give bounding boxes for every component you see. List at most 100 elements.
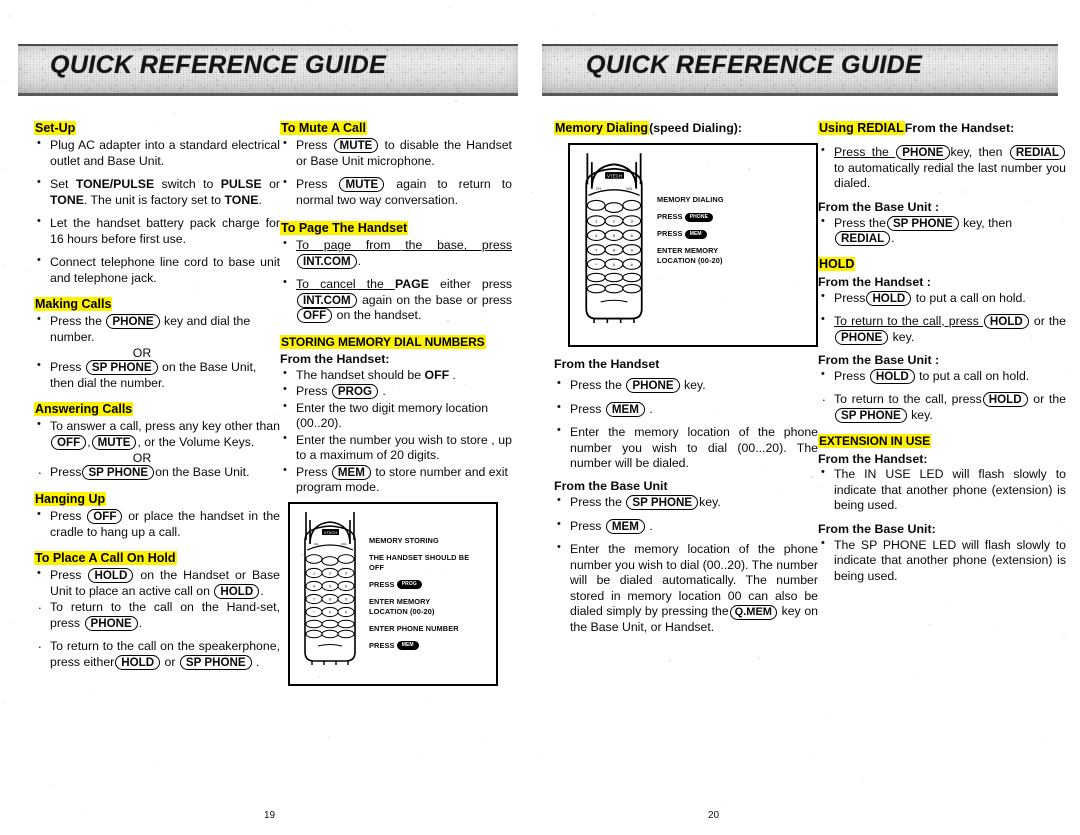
svg-text:VTECH: VTECH bbox=[607, 174, 622, 179]
svg-text:1: 1 bbox=[313, 571, 315, 575]
memory-dialing-diagram: VTECH CH VOL 1 2 3 4 5 6 7 8 9 * 0 # MEM… bbox=[568, 143, 818, 348]
phone-key[interactable]: PHONE bbox=[84, 615, 138, 631]
memdial-from-handset-subhead: From the Handset bbox=[554, 357, 660, 372]
section-redial-heading: Using REDIALFrom the Handset: bbox=[818, 118, 1066, 137]
list-item: PressSP PHONEon the Base Unit. bbox=[34, 462, 280, 481]
off-key[interactable]: OFF bbox=[297, 308, 333, 324]
svg-text:7: 7 bbox=[313, 597, 315, 601]
list-item: Enter the two digit memory location (00.… bbox=[280, 400, 512, 432]
hold-key[interactable]: HOLD bbox=[115, 654, 161, 670]
diagram-title: MEMORY DIALING bbox=[657, 195, 724, 205]
column-1: Set-Up Plug AC adapter into a standard e… bbox=[34, 118, 280, 686]
list-item: Press MEM to store number and exit progr… bbox=[280, 464, 512, 496]
section-page-handset-heading: To Page The Handset bbox=[280, 218, 512, 237]
diagram-line-3: ENTER MEMORY LOCATION (00-20) bbox=[369, 596, 435, 616]
off-key[interactable]: OFF bbox=[51, 434, 87, 450]
or-separator: OR bbox=[132, 346, 152, 361]
svg-text:5: 5 bbox=[329, 584, 331, 588]
answering-calls-title: Answering Calls bbox=[34, 402, 134, 417]
list-item: PressHOLD to put a call on hold. bbox=[818, 290, 1066, 306]
list-item: To return to the call, press HOLD or the… bbox=[818, 313, 1066, 345]
svg-text:VOL: VOL bbox=[626, 187, 633, 191]
hold-key[interactable]: HOLD bbox=[869, 368, 915, 384]
phone-key[interactable]: PHONE bbox=[896, 145, 950, 161]
sp-phone-key[interactable]: SP PHONE bbox=[82, 465, 155, 481]
prog-key[interactable]: PROG bbox=[331, 384, 379, 400]
handset-illustration: VTECH CH VOL 1 2 3 4 5 6 7 8 9 * 0 # bbox=[296, 510, 364, 665]
intcom-key[interactable]: INT.COM bbox=[297, 292, 357, 308]
mute-key[interactable]: MUTE bbox=[333, 138, 379, 154]
mute-list: Press MUTE to disable the Handset or Bas… bbox=[280, 137, 512, 208]
list-item: Enter the memory location of the phone n… bbox=[554, 424, 818, 471]
list-item: To return to the call on the Hand-set, p… bbox=[34, 597, 280, 631]
svg-text:2: 2 bbox=[329, 571, 331, 575]
setup-list: Plug AC adapter into a standard electric… bbox=[34, 137, 280, 286]
intcom-key[interactable]: INT.COM bbox=[297, 253, 357, 269]
svg-text:3: 3 bbox=[345, 571, 347, 575]
svg-text:*: * bbox=[595, 262, 597, 267]
memdial-handset-list: Press the PHONE key. Press MEM . Enter t… bbox=[554, 377, 818, 471]
list-item: Press HOLD to put a call on hold. bbox=[818, 368, 1066, 384]
diagram-line-5: PRESS MEM bbox=[369, 641, 469, 651]
svg-text:#: # bbox=[345, 610, 347, 614]
off-key[interactable]: OFF bbox=[87, 509, 123, 525]
list-item: The IN USE LED will flash slowly to indi… bbox=[818, 466, 1066, 513]
hold-key[interactable]: HOLD bbox=[983, 314, 1029, 330]
extension-from-handset-subhead: From the Handset: bbox=[818, 451, 928, 466]
list-item: To return to the call, pressHOLD or the … bbox=[818, 389, 1066, 423]
list-item: To cancel the PAGE either press INT.COM … bbox=[280, 276, 512, 324]
extension-base-list: The SP PHONE LED will flash slowly to in… bbox=[818, 537, 1066, 584]
phone-key[interactable]: PHONE bbox=[835, 329, 889, 345]
mem-key[interactable]: MEM bbox=[605, 518, 645, 534]
storing-memory-dial-title: STORING MEMORY DIAL NUMBERS bbox=[280, 334, 486, 349]
list-item: Press theSP PHONE key, then REDIAL. bbox=[818, 215, 1066, 247]
or-separator: OR bbox=[132, 451, 152, 466]
sp-phone-key[interactable]: SP PHONE bbox=[179, 654, 252, 670]
making-calls-list: Press the PHONE key and dial the number. bbox=[34, 313, 280, 345]
hold-key[interactable]: HOLD bbox=[866, 290, 912, 306]
page-right: QUICK REFERENCE GUIDE Memory Dialing(spe… bbox=[532, 0, 1080, 835]
place-hold-list: Press HOLD on the Handset or Base Unit t… bbox=[34, 567, 280, 670]
mute-key[interactable]: MUTE bbox=[339, 177, 385, 193]
sp-phone-key[interactable]: SP PHONE bbox=[886, 215, 959, 231]
q-mem-key[interactable]: Q.MEM bbox=[729, 605, 777, 621]
sp-phone-key[interactable]: SP PHONE bbox=[626, 495, 699, 511]
svg-text:1: 1 bbox=[595, 219, 598, 224]
svg-text:9: 9 bbox=[631, 248, 634, 253]
list-item: Press the PHONE key and dial the number. bbox=[34, 313, 280, 345]
redial-from-base-subhead: From the Base Unit : bbox=[818, 199, 940, 214]
memory-dialing-labels: MEMORY DIALING PRESS PHONE PRESS MEM ENT… bbox=[652, 151, 724, 273]
mem-key[interactable]: MEM bbox=[331, 464, 371, 480]
redial-key[interactable]: REDIAL bbox=[835, 231, 891, 246]
handset-illustration: VTECH CH VOL 1 2 3 4 5 6 7 8 9 * 0 # bbox=[576, 151, 652, 324]
phone-key[interactable]: PHONE bbox=[626, 378, 680, 394]
extension-from-base-subhead: From the Base Unit: bbox=[818, 521, 936, 536]
page-header-band-left: QUICK REFERENCE GUIDE bbox=[18, 44, 518, 96]
svg-text:#: # bbox=[631, 262, 634, 267]
list-item: Let the handset battery pack charge for … bbox=[34, 215, 280, 247]
sp-phone-key[interactable]: SP PHONE bbox=[85, 360, 158, 376]
diagram-title: MEMORY STORING bbox=[369, 535, 439, 545]
svg-text:8: 8 bbox=[613, 248, 616, 253]
list-item: Press OFF or place the handset in the cr… bbox=[34, 508, 280, 540]
hold-key[interactable]: HOLD bbox=[214, 583, 260, 599]
mem-key: MEM bbox=[396, 641, 419, 651]
mem-key[interactable]: MEM bbox=[605, 401, 645, 417]
section-hold-heading: HOLD bbox=[818, 254, 1066, 273]
list-item: Press MUTE to disable the Handset or Bas… bbox=[280, 137, 512, 169]
list-item: Enter the memory location of the phone n… bbox=[554, 541, 818, 635]
hold-key[interactable]: HOLD bbox=[88, 568, 134, 584]
right-page-columns: Memory Dialing(speed Dialing): VTECH CH … bbox=[554, 118, 1074, 644]
redial-key[interactable]: REDIAL bbox=[1009, 145, 1065, 161]
setup-bullet-1: Plug AC adapter into a standard electric… bbox=[50, 138, 280, 168]
list-item: To answer a call, press any key other th… bbox=[34, 418, 280, 450]
phone-key: PHONE bbox=[684, 212, 713, 222]
extension-in-use-title: EXTENSION IN USE bbox=[818, 434, 932, 449]
using-redial-title: Using REDIAL bbox=[818, 121, 905, 135]
sp-phone-key[interactable]: SP PHONE bbox=[835, 407, 907, 423]
mute-key[interactable]: MUTE bbox=[91, 434, 137, 450]
section-making-calls-heading: Making Calls bbox=[34, 294, 280, 313]
svg-text:CH: CH bbox=[314, 542, 318, 546]
hold-key[interactable]: HOLD bbox=[982, 392, 1028, 408]
phone-key[interactable]: PHONE bbox=[106, 314, 160, 330]
